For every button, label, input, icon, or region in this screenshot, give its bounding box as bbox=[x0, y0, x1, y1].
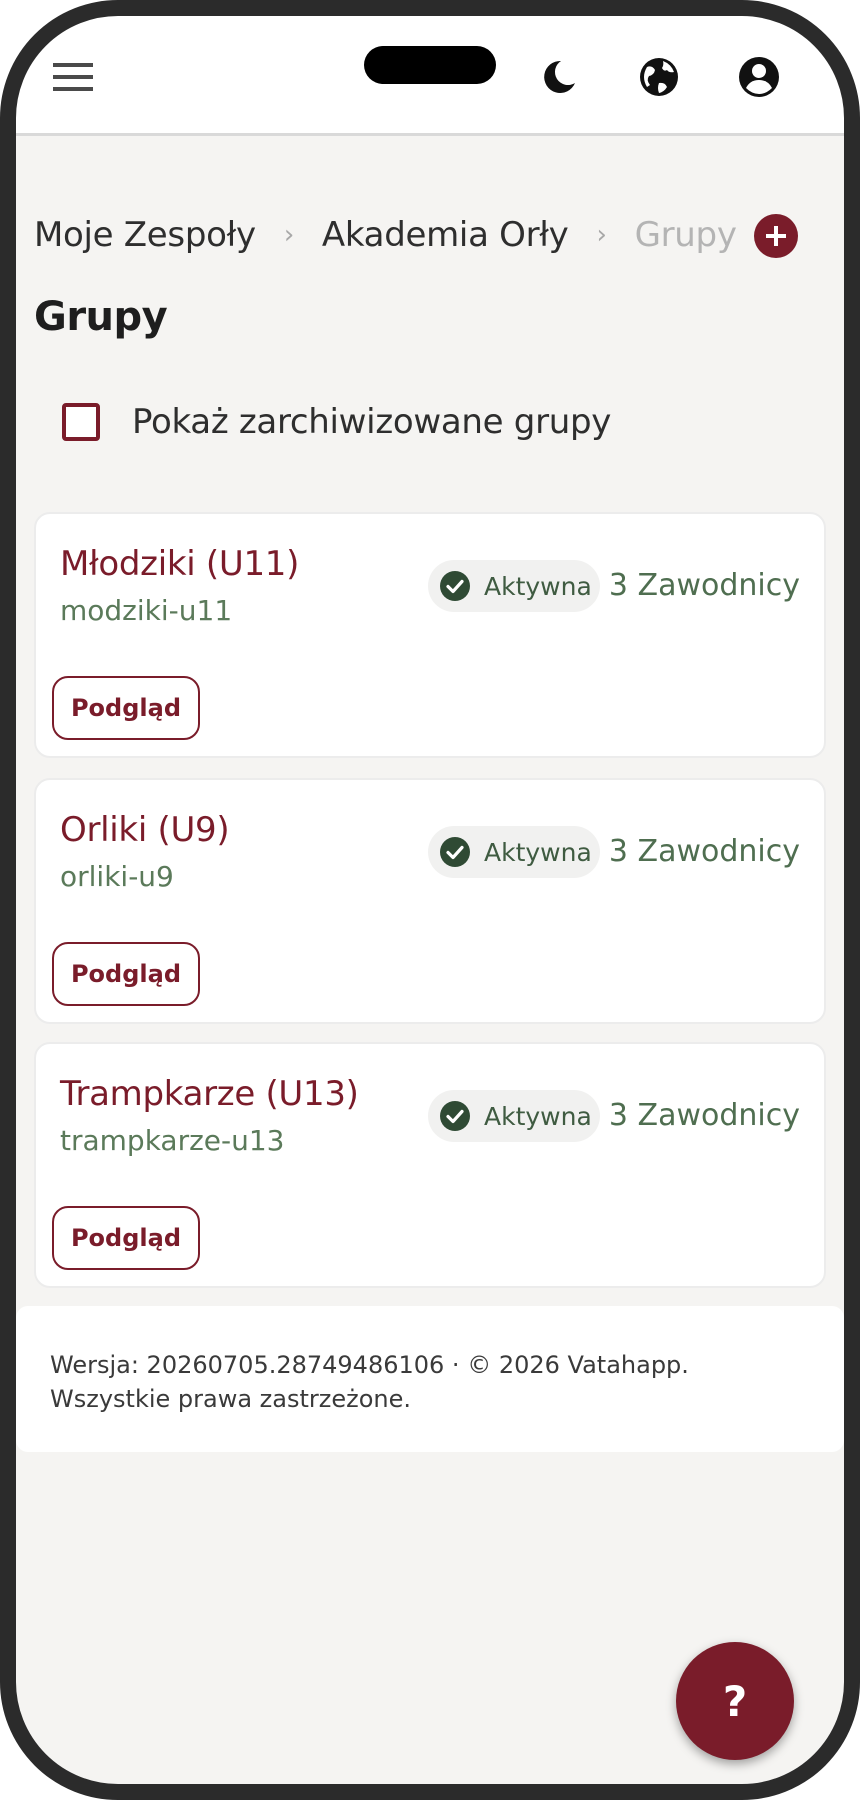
breadcrumb-item-team[interactable]: Akademia Orły bbox=[322, 215, 569, 255]
footer: Wersja: 20260705.28749486106 · © 2026 Va… bbox=[16, 1306, 844, 1452]
phone-screen: Moje Zespoły › Akademia Orły › Grupy Gru… bbox=[0, 0, 860, 1800]
status-badge: Aktywna bbox=[428, 560, 600, 612]
help-button[interactable]: ? bbox=[676, 1642, 794, 1760]
group-card: Młodziki (U11) modziki-u11 Aktywna 3 Zaw… bbox=[34, 512, 826, 758]
preview-button[interactable]: Podgląd bbox=[52, 1206, 200, 1270]
phone-side-button bbox=[854, 460, 860, 620]
breadcrumb: Moje Zespoły › Akademia Orły › Grupy bbox=[34, 210, 737, 260]
show-archived-label[interactable]: Pokaż zarchiwizowane grupy bbox=[132, 402, 611, 442]
add-group-button[interactable] bbox=[754, 214, 798, 258]
group-name: Młodziki (U11) bbox=[60, 544, 300, 584]
group-name: Trampkarze (U13) bbox=[60, 1074, 359, 1114]
group-slug: modziki-u11 bbox=[60, 594, 233, 627]
check-circle-icon bbox=[440, 571, 470, 601]
show-archived-checkbox[interactable] bbox=[62, 403, 100, 441]
menu-icon[interactable] bbox=[50, 54, 96, 100]
breadcrumb-separator: › bbox=[596, 220, 607, 250]
group-slug: trampkarze-u13 bbox=[60, 1124, 285, 1157]
moon-icon[interactable] bbox=[536, 54, 582, 100]
top-app-bar bbox=[16, 16, 844, 136]
show-archived-toggle[interactable]: Pokaż zarchiwizowane grupy bbox=[62, 402, 611, 442]
status-text: Aktywna bbox=[484, 837, 592, 867]
app-screen: Moje Zespoły › Akademia Orły › Grupy Gru… bbox=[16, 16, 844, 1784]
breadcrumb-item-teams[interactable]: Moje Zespoły bbox=[34, 215, 256, 255]
dynamic-island bbox=[364, 46, 496, 84]
check-circle-icon bbox=[440, 1101, 470, 1131]
player-count: 3 Zawodnicy bbox=[608, 834, 800, 869]
footer-rights: Wszystkie prawa zastrzeżone. bbox=[50, 1385, 412, 1413]
preview-button[interactable]: Podgląd bbox=[52, 942, 200, 1006]
status-badge: Aktywna bbox=[428, 826, 600, 878]
player-count: 3 Zawodnicy bbox=[608, 568, 800, 603]
check-circle-icon bbox=[440, 837, 470, 867]
add-circle-icon bbox=[766, 226, 786, 246]
breadcrumb-separator: › bbox=[283, 220, 294, 250]
phone-side-button bbox=[0, 420, 6, 530]
status-text: Aktywna bbox=[484, 1101, 592, 1131]
group-slug: orliki-u9 bbox=[60, 860, 174, 893]
group-name: Orliki (U9) bbox=[60, 810, 230, 850]
page-title: Grupy bbox=[34, 294, 168, 340]
phone-side-button bbox=[0, 298, 6, 360]
preview-button[interactable]: Podgląd bbox=[52, 676, 200, 740]
group-card: Orliki (U9) orliki-u9 Aktywna 3 Zawodnic… bbox=[34, 778, 826, 1024]
status-text: Aktywna bbox=[484, 571, 592, 601]
group-card: Trampkarze (U13) trampkarze-u13 Aktywna … bbox=[34, 1042, 826, 1288]
globe-icon[interactable] bbox=[636, 54, 682, 100]
phone-side-button bbox=[0, 560, 6, 670]
account-circle-icon[interactable] bbox=[736, 54, 782, 100]
status-badge: Aktywna bbox=[428, 1090, 600, 1142]
footer-version: Wersja: 20260705.28749486106 · © 2026 Va… bbox=[50, 1351, 689, 1379]
player-count: 3 Zawodnicy bbox=[608, 1098, 800, 1133]
breadcrumb-item-current: Grupy bbox=[634, 215, 737, 255]
